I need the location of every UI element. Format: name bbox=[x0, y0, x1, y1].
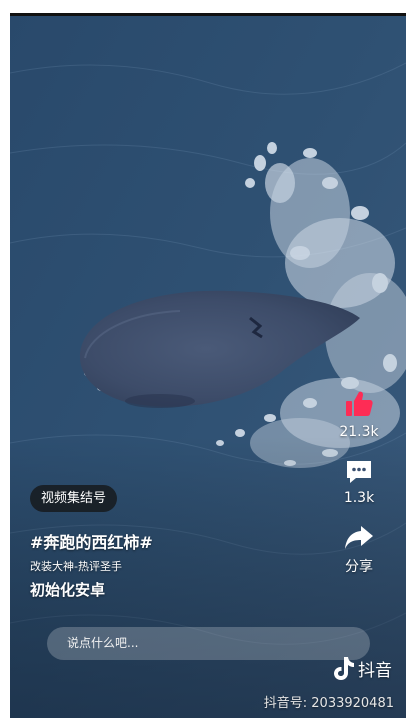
comment-count: 1.3k bbox=[343, 490, 375, 506]
collection-badge[interactable]: 视频集结号 bbox=[30, 485, 118, 512]
side-action-bar: 21.3k 1.3k 分享 bbox=[334, 388, 384, 594]
account-id: 抖音号: 2033920481 bbox=[263, 696, 394, 711]
app-watermark: 抖音 bbox=[331, 655, 392, 681]
author-hashtag[interactable]: #奔跑的西红柿# bbox=[30, 529, 153, 553]
comment-input[interactable]: 说点什么吧... bbox=[47, 627, 370, 660]
author-subtitle: 改装大神-热评圣手 bbox=[30, 560, 122, 573]
video-caption: 初始化安卓 bbox=[30, 581, 106, 599]
video-screen[interactable]: 21.3k 1.3k 分享 视频集结号 #奔跑的西红柿# 改装大神-热评圣手 初… bbox=[10, 13, 406, 718]
share-label: 分享 bbox=[345, 559, 373, 575]
video-frame[interactable] bbox=[10, 13, 406, 718]
thumbs-up-icon bbox=[346, 391, 373, 416]
like-count: 21.3k bbox=[339, 424, 379, 440]
share-arrow-icon bbox=[345, 526, 373, 549]
comment-bubble-icon bbox=[347, 461, 371, 483]
tiktok-logo-icon bbox=[334, 657, 354, 680]
status-bar bbox=[10, 13, 406, 16]
app-name: 抖音 bbox=[358, 660, 392, 681]
like-button[interactable]: 21.3k bbox=[339, 388, 379, 440]
share-button[interactable]: 分享 bbox=[343, 524, 375, 576]
comment-button[interactable]: 1.3k bbox=[344, 458, 374, 506]
